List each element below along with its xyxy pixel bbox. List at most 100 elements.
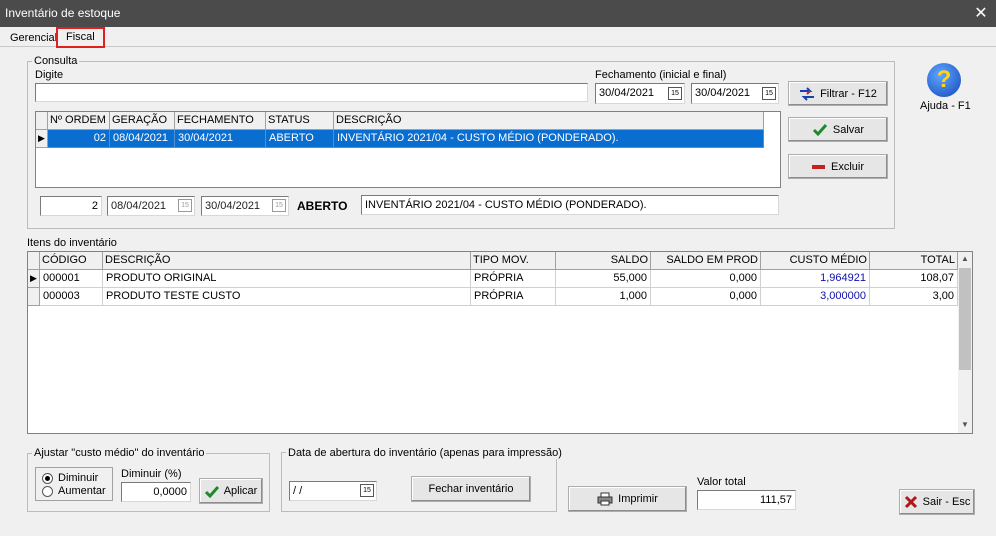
col-header-total[interactable]: TOTAL bbox=[870, 252, 958, 270]
status-label: ABERTO bbox=[297, 199, 348, 213]
col-header-saldo-prod[interactable]: SALDO EM PROD bbox=[651, 252, 761, 270]
col-header-geracao[interactable]: GERAÇÃO bbox=[110, 112, 175, 130]
scroll-thumb[interactable] bbox=[959, 268, 971, 370]
radio-aumentar-label: Aumentar bbox=[58, 485, 106, 497]
excluir-label: Excluir bbox=[830, 160, 864, 173]
fechamento-field[interactable]: 30/04/2021 15 bbox=[201, 196, 289, 216]
col-header-custo-medio[interactable]: CUSTO MÉDIO bbox=[761, 252, 870, 270]
scroll-up-icon[interactable]: ▲ bbox=[958, 252, 972, 266]
cell-saldo-prod: 0,000 bbox=[651, 288, 761, 306]
col-header-ordem[interactable]: Nº ORDEM bbox=[48, 112, 110, 130]
ordem-field[interactable]: 2 bbox=[40, 196, 102, 216]
help-icon[interactable]: ? bbox=[927, 63, 961, 97]
close-icon[interactable]: ✕ bbox=[966, 0, 996, 27]
window-title: Inventário de estoque bbox=[5, 6, 121, 20]
abertura-date-field[interactable]: / / 15 bbox=[289, 481, 377, 501]
col-header-tipo-mov[interactable]: TIPO MOV. bbox=[471, 252, 556, 270]
grid-indicator-header bbox=[28, 252, 40, 270]
row-indicator bbox=[28, 288, 40, 306]
date-start-field[interactable]: 30/04/2021 15 bbox=[595, 83, 685, 104]
radio-diminuir-label: Diminuir bbox=[58, 472, 99, 484]
calendar-icon[interactable]: 15 bbox=[360, 484, 374, 497]
tab-bar bbox=[0, 27, 996, 47]
inventory-grid: Nº ORDEM GERAÇÃO FECHAMENTO STATUS DESCR… bbox=[35, 111, 781, 188]
date-end-field[interactable]: 30/04/2021 15 bbox=[691, 83, 779, 104]
minus-icon bbox=[811, 164, 825, 169]
row-pointer-icon: ▶ bbox=[36, 130, 48, 148]
radio-diminuir[interactable]: Diminuir bbox=[42, 472, 98, 484]
diminuir-pct-label: Diminuir (%) bbox=[121, 468, 182, 480]
col-header-status[interactable]: STATUS bbox=[266, 112, 334, 130]
col-header-descricao[interactable]: DESCRIÇÃO bbox=[103, 252, 471, 270]
abertura-date-value: / / bbox=[293, 485, 303, 497]
imprimir-label: Imprimir bbox=[618, 493, 658, 505]
calendar-icon[interactable]: 15 bbox=[762, 87, 776, 100]
search-input[interactable] bbox=[35, 83, 588, 102]
col-header-fechamento[interactable]: FECHAMENTO bbox=[175, 112, 266, 130]
consulta-title: Consulta bbox=[32, 55, 80, 67]
itens-label: Itens do inventário bbox=[27, 237, 117, 249]
filter-arrows-icon bbox=[800, 86, 815, 101]
fechar-inventario-label: Fechar inventário bbox=[428, 483, 514, 495]
col-header-saldo[interactable]: SALDO bbox=[556, 252, 651, 270]
sair-button[interactable]: Sair - Esc bbox=[899, 489, 975, 515]
cell-fechamento: 30/04/2021 bbox=[175, 130, 266, 148]
salvar-button[interactable]: Salvar bbox=[788, 117, 888, 142]
filtrar-label: Filtrar - F12 bbox=[820, 87, 877, 100]
tab-gerencial[interactable]: Gerencial bbox=[10, 30, 57, 46]
grid-indicator-header bbox=[36, 112, 48, 130]
valor-total-field: 111,57 bbox=[697, 490, 796, 510]
percent-field[interactable]: 0,0000 bbox=[121, 482, 191, 502]
geracao-field[interactable]: 08/04/2021 15 bbox=[107, 196, 195, 216]
radio-aumentar[interactable]: Aumentar bbox=[42, 485, 106, 497]
scroll-down-icon[interactable]: ▼ bbox=[958, 418, 972, 432]
vertical-scrollbar[interactable]: ▲ ▼ bbox=[958, 252, 972, 433]
cell-codigo: 000003 bbox=[40, 288, 103, 306]
date-end-value: 30/04/2021 bbox=[695, 87, 751, 99]
cell-descricao: INVENTÁRIO 2021/04 - CUSTO MÉDIO (PONDER… bbox=[334, 130, 764, 148]
geracao-value: 08/04/2021 bbox=[111, 200, 167, 212]
sair-label: Sair - Esc bbox=[922, 496, 971, 508]
filtrar-button[interactable]: Filtrar - F12 bbox=[788, 81, 888, 106]
digite-label: Digite bbox=[35, 69, 64, 81]
calendar-icon[interactable]: 15 bbox=[668, 87, 682, 100]
cell-codigo: 000001 bbox=[40, 270, 103, 288]
cell-custo-medio: 3,000000 bbox=[761, 288, 870, 306]
cell-total: 108,07 bbox=[870, 270, 958, 288]
printer-icon bbox=[597, 492, 613, 506]
valor-total-label: Valor total bbox=[697, 476, 746, 488]
aplicar-button[interactable]: Aplicar bbox=[199, 478, 263, 504]
cell-saldo-prod: 0,000 bbox=[651, 270, 761, 288]
fechar-inventario-button[interactable]: Fechar inventário bbox=[411, 476, 531, 502]
col-header-descricao[interactable]: DESCRIÇÃO bbox=[334, 112, 764, 130]
items-grid: CÓDIGO DESCRIÇÃO TIPO MOV. SALDO SALDO E… bbox=[27, 251, 973, 434]
tab-fiscal[interactable]: Fiscal bbox=[56, 27, 105, 48]
fechamento-label: Fechamento (inicial e final) bbox=[595, 69, 727, 81]
calendar-icon: 15 bbox=[178, 199, 192, 212]
fechamento-value: 30/04/2021 bbox=[205, 200, 261, 212]
col-header-codigo[interactable]: CÓDIGO bbox=[40, 252, 103, 270]
ajustar-title: Ajustar "custo médio" do inventário bbox=[32, 447, 207, 459]
cell-custo-medio: 1,964921 bbox=[761, 270, 870, 288]
cell-descricao: PRODUTO TESTE CUSTO bbox=[103, 288, 471, 306]
abertura-title: Data de abertura do inventário (apenas p… bbox=[286, 447, 564, 459]
cell-ordem: 02 bbox=[48, 130, 110, 148]
excluir-button[interactable]: Excluir bbox=[788, 154, 888, 179]
cell-saldo: 55,000 bbox=[556, 270, 651, 288]
cell-saldo: 1,000 bbox=[556, 288, 651, 306]
ajuda-label[interactable]: Ajuda - F1 bbox=[920, 100, 971, 112]
radio-checked-icon bbox=[42, 472, 53, 484]
calendar-icon: 15 bbox=[272, 199, 286, 212]
row-pointer-icon: ▶ bbox=[28, 270, 40, 288]
cell-total: 3,00 bbox=[870, 288, 958, 306]
check-icon bbox=[812, 123, 828, 136]
radio-unchecked-icon bbox=[42, 485, 53, 497]
descricao-field[interactable]: INVENTÁRIO 2021/04 - CUSTO MÉDIO (PONDER… bbox=[361, 195, 779, 215]
cell-geracao: 08/04/2021 bbox=[110, 130, 175, 148]
salvar-label: Salvar bbox=[832, 123, 865, 136]
cell-status: ABERTO bbox=[266, 130, 334, 148]
window-title-bar: Inventário de estoque bbox=[0, 0, 996, 27]
cell-descricao: PRODUTO ORIGINAL bbox=[103, 270, 471, 288]
aplicar-label: Aplicar bbox=[223, 485, 258, 497]
imprimir-button[interactable]: Imprimir bbox=[568, 486, 687, 512]
